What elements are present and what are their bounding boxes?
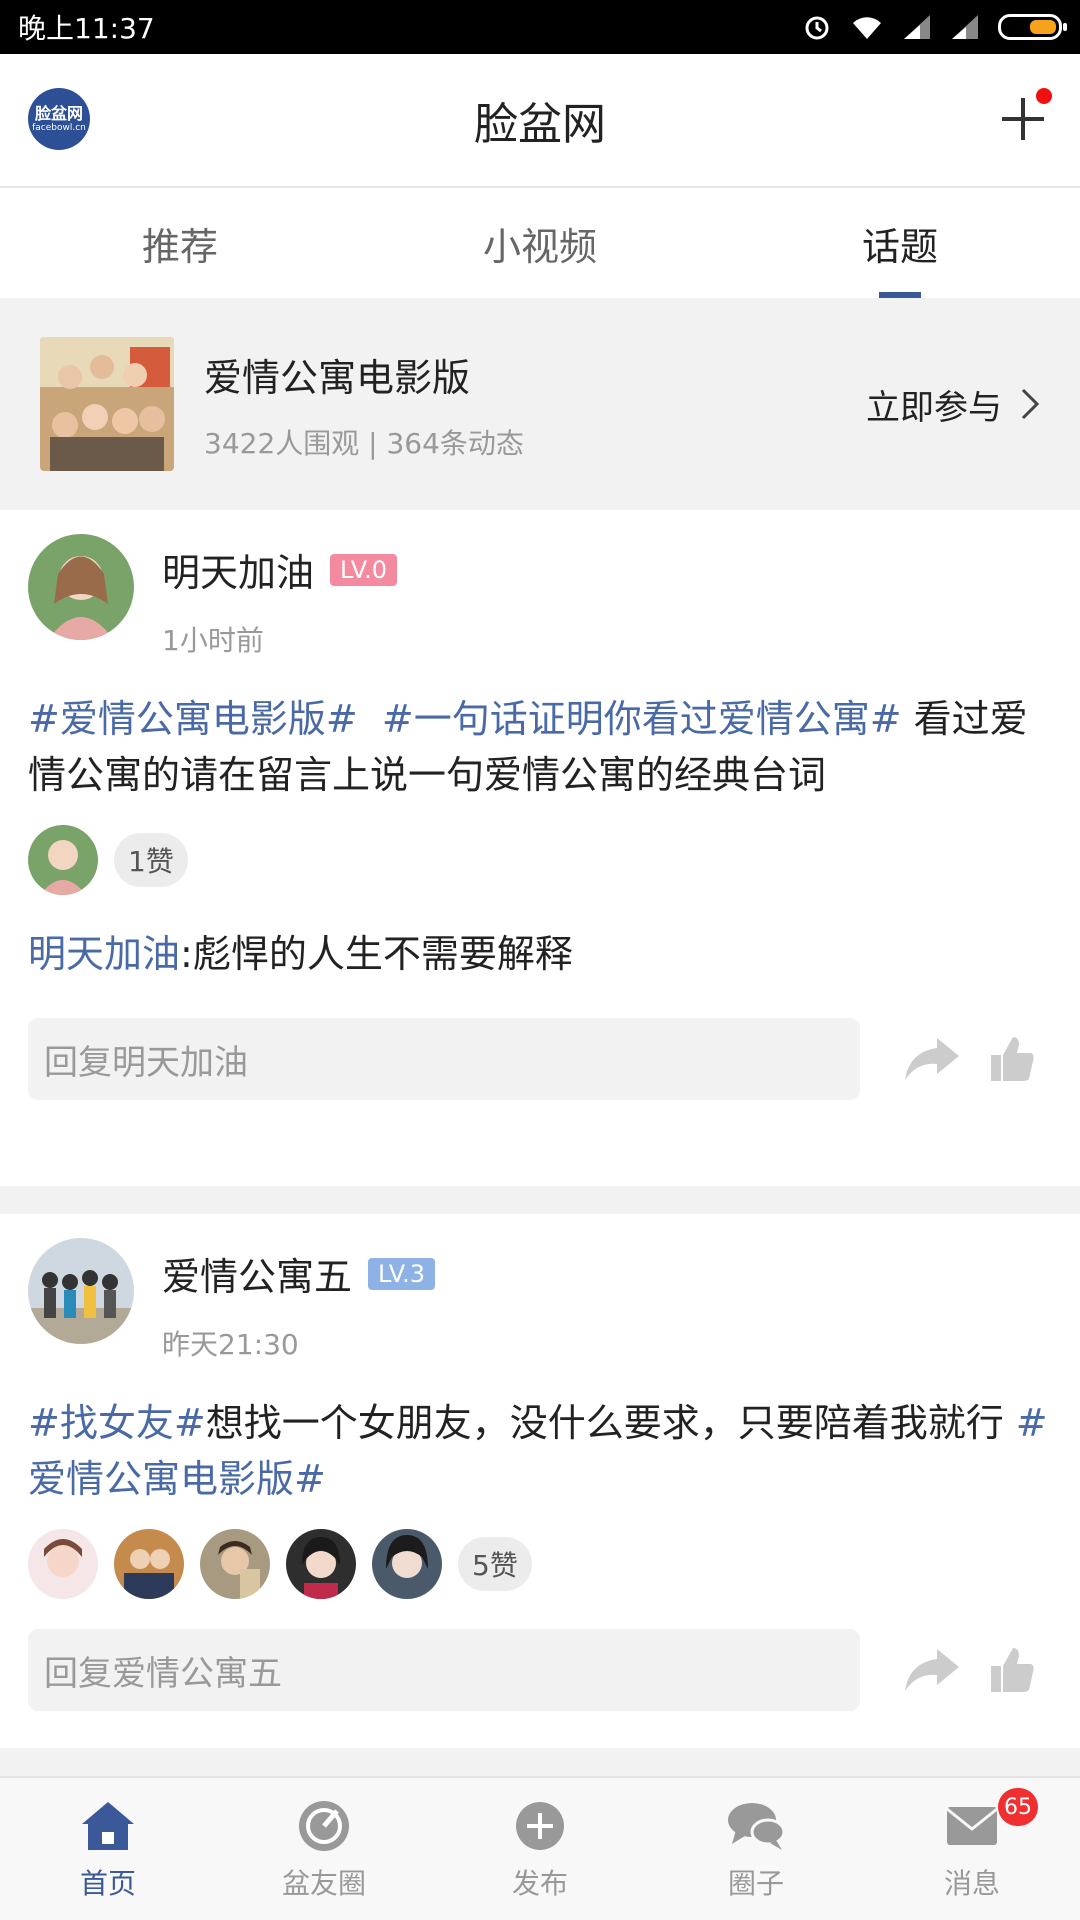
join-button[interactable]: 立即参与	[866, 380, 1040, 429]
app-bar: 脸盆网 facebowl.cn 脸盆网	[0, 54, 1080, 188]
share-icon	[905, 1038, 959, 1080]
mail-icon	[942, 1796, 1002, 1856]
topic-header[interactable]: 爱情公寓电影版 3422人围观 | 364条动态 立即参与	[0, 298, 1080, 510]
hashtag[interactable]: #爱情公寓电影版#	[28, 697, 358, 741]
signal-icon-2	[950, 13, 980, 41]
share-icon	[905, 1649, 959, 1691]
message-count-badge: 65	[998, 1788, 1038, 1826]
share-button[interactable]	[902, 1640, 962, 1700]
add-button[interactable]	[992, 88, 1054, 150]
post-card: 爱情公寓五 LV.3 昨天21:30 #找女友#想找一个女朋友，没什么要求，只要…	[0, 1214, 1080, 1738]
likes-row: 5赞	[28, 1529, 1052, 1599]
page-title: 脸盆网	[474, 99, 606, 150]
tab-short-video[interactable]: 小视频	[360, 188, 720, 298]
nav-home[interactable]: 首页	[0, 1778, 216, 1920]
level-badge: LV.0	[330, 553, 397, 586]
chevron-right-icon	[1021, 388, 1040, 420]
like-button[interactable]	[982, 1029, 1042, 1089]
likes-row: 1赞	[28, 825, 1052, 895]
compass-icon	[294, 1796, 354, 1856]
reply-input[interactable]: 回复明天加油	[28, 1018, 860, 1100]
post-time: 昨天21:30	[162, 1328, 299, 1361]
tab-recommend[interactable]: 推荐	[0, 188, 360, 298]
username-row: 明天加油 LV.0	[162, 542, 397, 597]
nav-label: 盆友圈	[281, 1867, 366, 1900]
notification-dot	[1036, 88, 1052, 104]
nav-label: 发布	[511, 1867, 568, 1900]
status-bar: 晚上11:37	[0, 0, 1080, 54]
home-icon	[78, 1796, 138, 1856]
post-content: #找女友#想找一个女朋友，没什么要求，只要陪着我就行 #爱情公寓电影版#	[28, 1395, 1052, 1507]
join-label: 立即参与	[866, 387, 1002, 428]
add-circle-icon	[510, 1796, 570, 1856]
like-count[interactable]: 1赞	[114, 833, 188, 887]
reply-input[interactable]: 回复爱情公寓五	[28, 1629, 860, 1711]
post-header: 爱情公寓五 LV.3 昨天21:30	[28, 1214, 1052, 1363]
reply-row: 回复明天加油	[28, 1018, 1052, 1100]
divider	[0, 1186, 1080, 1214]
reply-row: 回复爱情公寓五	[28, 1629, 1052, 1711]
comment-text: :彪悍的人生不需要解释	[180, 932, 573, 976]
status-icons	[802, 12, 1067, 42]
nav-label: 消息	[943, 1867, 1000, 1900]
post-header: 明天加油 LV.0 1小时前	[28, 510, 1052, 659]
tab-topics[interactable]: 话题	[720, 188, 1080, 298]
status-time: 晚上11:37	[18, 12, 155, 45]
liker-avatar[interactable]	[286, 1529, 356, 1599]
username-row: 爱情公寓五 LV.3	[162, 1246, 435, 1301]
nav-publish[interactable]: 发布	[432, 1778, 648, 1920]
liker-avatar[interactable]	[28, 1529, 98, 1599]
post-time: 1小时前	[162, 624, 264, 657]
username[interactable]: 爱情公寓五	[162, 1246, 352, 1301]
battery-icon	[998, 14, 1067, 40]
nav-messages[interactable]: 消息 65	[864, 1778, 1080, 1920]
username[interactable]: 明天加油	[162, 542, 314, 597]
tab-bar: 推荐 小视频 话题	[0, 188, 1080, 298]
post-content: #爱情公寓电影版# #一句话证明你看过爱情公寓# 看过爱情公寓的请在留言上说一句…	[28, 691, 1052, 803]
nav-label: 首页	[79, 1867, 136, 1900]
signal-icon-1	[902, 13, 932, 41]
topic-meta: 3422人围观 | 364条动态	[204, 426, 524, 460]
nav-circles[interactable]: 圈子	[648, 1778, 864, 1920]
chat-bubbles-icon	[726, 1796, 786, 1856]
like-count[interactable]: 5赞	[458, 1537, 532, 1591]
nav-friends-circle[interactable]: 盆友圈	[216, 1778, 432, 1920]
avatar[interactable]	[28, 534, 134, 640]
divider	[0, 1748, 1080, 1776]
comment: 明天加油:彪悍的人生不需要解释	[28, 923, 1052, 978]
level-badge: LV.3	[368, 1257, 435, 1290]
app-logo[interactable]: 脸盆网 facebowl.cn	[28, 88, 90, 150]
liker-avatar[interactable]	[200, 1529, 270, 1599]
like-button[interactable]	[982, 1640, 1042, 1700]
topic-name: 爱情公寓电影版	[204, 355, 471, 400]
liker-avatar[interactable]	[372, 1529, 442, 1599]
alarm-icon	[802, 12, 832, 42]
thumbs-up-icon	[991, 1648, 1034, 1692]
topic-thumbnail	[40, 337, 174, 471]
bottom-nav: 首页 盆友圈 发布 圈子 消息 65	[0, 1776, 1080, 1920]
liker-avatar[interactable]	[114, 1529, 184, 1599]
liker-avatar[interactable]	[28, 825, 98, 895]
post-text: 想找一个女朋友，没什么要求，只要陪着我就行	[205, 1401, 1016, 1445]
logo-text: 脸盆网	[34, 104, 83, 123]
user-info: 爱情公寓五 LV.3 昨天21:30	[162, 1238, 435, 1363]
nav-label: 圈子	[727, 1867, 784, 1900]
hashtag[interactable]: #找女友#	[28, 1401, 206, 1445]
avatar[interactable]	[28, 1238, 134, 1344]
comment-author[interactable]: 明天加油	[28, 932, 180, 976]
topic-info: 爱情公寓电影版 3422人围观 | 364条动态	[204, 347, 866, 462]
share-button[interactable]	[902, 1029, 962, 1089]
wifi-icon	[850, 13, 884, 41]
thumbs-up-icon	[991, 1037, 1034, 1081]
logo-subtext: facebowl.cn	[32, 123, 86, 133]
hashtag[interactable]: #一句话证明你看过爱情公寓#	[382, 697, 902, 741]
user-info: 明天加油 LV.0 1小时前	[162, 534, 397, 659]
post-card: 明天加油 LV.0 1小时前 #爱情公寓电影版# #一句话证明你看过爱情公寓# …	[0, 510, 1080, 1186]
